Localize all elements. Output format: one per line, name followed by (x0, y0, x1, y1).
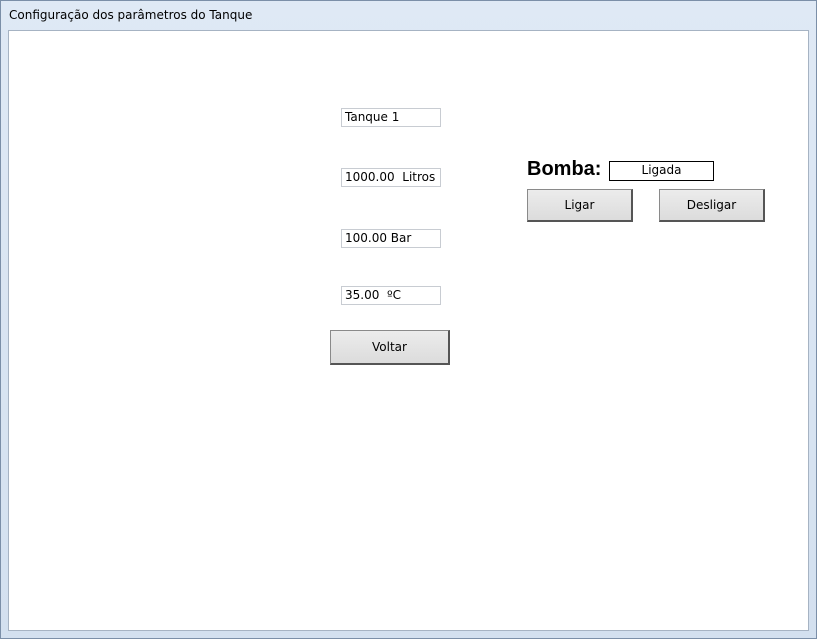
client-area: Tanque 1 1000.00 Litros 100.00 Bar 35.00… (8, 30, 809, 631)
pump-off-button[interactable]: Desligar (659, 189, 765, 222)
window-title: Configuração dos parâmetros do Tanque (9, 8, 253, 22)
back-button[interactable]: Voltar (330, 330, 450, 365)
pump-label: Bomba: (527, 158, 602, 180)
pump-on-button[interactable]: Ligar (527, 189, 633, 222)
temperature-field[interactable]: 35.00 ºC (341, 286, 441, 305)
pump-status-field: Ligada (609, 161, 714, 181)
app-window: Configuração dos parâmetros do Tanque Ta… (0, 0, 817, 639)
title-bar[interactable]: Configuração dos parâmetros do Tanque (1, 1, 816, 30)
pressure-field[interactable]: 100.00 Bar (341, 229, 441, 248)
tank-name-field[interactable]: Tanque 1 (341, 108, 441, 127)
volume-field[interactable]: 1000.00 Litros (341, 168, 441, 187)
